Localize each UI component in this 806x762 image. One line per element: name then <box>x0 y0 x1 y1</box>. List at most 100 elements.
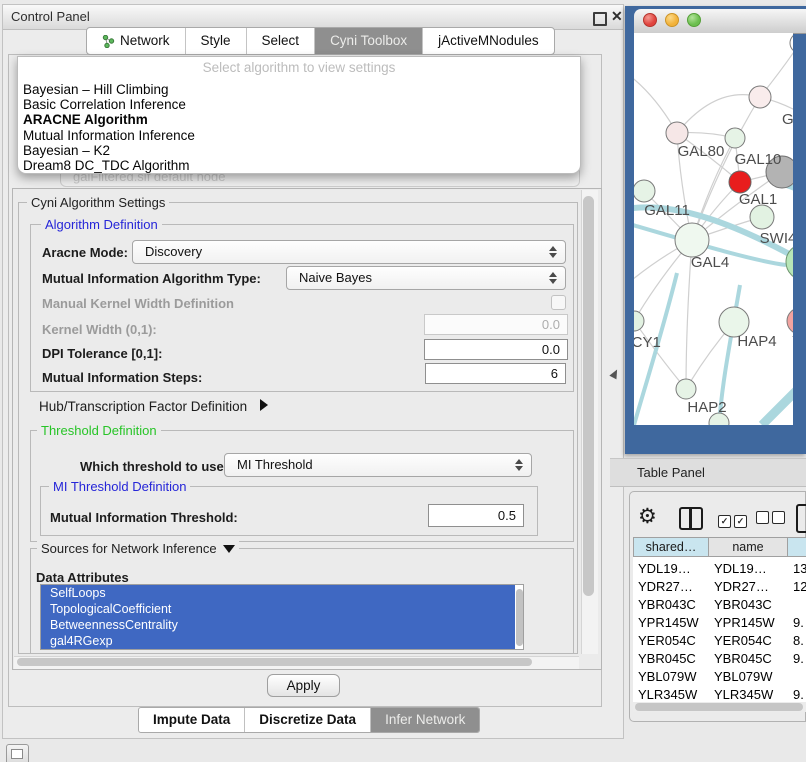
aracne-mode-value: Discovery <box>145 244 202 259</box>
node-gal80[interactable] <box>666 122 688 144</box>
tab-select[interactable]: Select <box>246 28 315 54</box>
list-item-selected[interactable]: SelfLoops <box>41 585 515 601</box>
settings-vertical-scrollbar-thumb[interactable] <box>583 196 594 596</box>
cell[interactable]: YPR145W <box>633 614 709 632</box>
algorithm-option[interactable]: Dream8 DC_TDC Algorithm <box>23 158 190 174</box>
table-row[interactable]: YBL079WYBL079W <box>633 668 806 686</box>
apply-button[interactable]: Apply <box>267 674 340 697</box>
tab-impute-data[interactable]: Impute Data <box>139 708 244 732</box>
table-horizontal-scrollbar-thumb[interactable] <box>635 703 803 711</box>
node-swi4[interactable] <box>750 205 774 229</box>
node-hap2[interactable] <box>676 379 696 399</box>
cell[interactable]: 9. <box>788 686 806 702</box>
float-window-icon[interactable] <box>593 12 607 26</box>
column-header-name[interactable]: name <box>709 537 788 557</box>
columns-icon[interactable] <box>679 507 703 530</box>
tab-style[interactable]: Style <box>185 28 246 54</box>
settings-horizontal-scrollbar-thumb[interactable] <box>17 658 532 666</box>
mi-algorithm-type-combobox[interactable]: Naive Bayes <box>286 266 566 290</box>
cell[interactable]: YBL079W <box>633 668 709 686</box>
node-partial-top[interactable] <box>790 33 793 53</box>
close-traffic-light[interactable] <box>643 13 657 27</box>
control-panel-tabbar: Network Style Select Cyni Toolbox jActiv… <box>86 27 555 55</box>
cell[interactable]: 12 <box>788 578 806 596</box>
node-pink[interactable] <box>749 86 771 108</box>
table-row[interactable]: YBR043CYBR043C <box>633 596 806 614</box>
deselect-all-columns-icon[interactable] <box>756 511 788 529</box>
network-window-titlebar[interactable] <box>634 9 806 34</box>
expand-right-icon[interactable] <box>260 399 268 411</box>
close-icon[interactable]: ✕ <box>611 8 623 25</box>
algorithm-option[interactable]: Basic Correlation Inference <box>23 97 186 113</box>
cell[interactable]: YER054C <box>709 632 788 650</box>
table-row[interactable]: YDL19…YDL19…13 <box>633 560 806 578</box>
tab-discretize-data[interactable]: Discretize Data <box>244 708 370 732</box>
column-header-partial[interactable] <box>788 537 806 557</box>
list-item-selected[interactable]: BetweennessCentrality <box>41 617 515 633</box>
column-header-shared[interactable]: shared… <box>633 537 709 557</box>
aracne-mode-combobox[interactable]: Discovery <box>132 240 566 264</box>
cell[interactable]: YBL079W <box>709 668 788 686</box>
cell[interactable]: YPR145W <box>709 614 788 632</box>
manual-kernel-checkbox[interactable] <box>551 295 566 310</box>
table-row[interactable]: YLR345WYLR345W9. <box>633 686 806 702</box>
table-row[interactable]: YBR045CYBR045C9. <box>633 650 806 668</box>
cell[interactable]: 8. <box>788 632 806 650</box>
mi-threshold-field[interactable]: 0.5 <box>428 504 524 527</box>
node-salmon[interactable] <box>787 308 793 334</box>
cell[interactable] <box>788 668 806 686</box>
list-scrollbar-thumb[interactable] <box>516 589 523 646</box>
document-icon[interactable] <box>796 504 806 533</box>
hub-definition-expander[interactable]: Hub/Transcription Factor Definition <box>39 399 268 414</box>
cell[interactable]: YDR27… <box>709 578 788 596</box>
control-panel-title: Control Panel <box>11 9 90 24</box>
table-row[interactable]: YDR27…YDR27…12 <box>633 578 806 596</box>
mi-steps-field[interactable]: 6 <box>425 363 566 384</box>
node-gal11[interactable] <box>634 180 655 202</box>
cell[interactable]: YER054C <box>633 632 709 650</box>
cell[interactable]: YDR27… <box>633 578 709 596</box>
select-all-columns-icon[interactable]: ✓✓ <box>718 511 750 529</box>
gear-icon[interactable]: ⚙ <box>638 503 657 531</box>
minimize-traffic-light[interactable] <box>665 13 679 27</box>
which-threshold-combobox[interactable]: MI Threshold <box>224 453 532 477</box>
cell[interactable]: YBR043C <box>709 596 788 614</box>
node-gal4[interactable] <box>675 223 709 257</box>
cell[interactable]: YBR045C <box>709 650 788 668</box>
table-row[interactable]: YER054CYER054C8. <box>633 632 806 650</box>
node-big-green[interactable] <box>786 244 793 280</box>
cell[interactable]: YBR043C <box>633 596 709 614</box>
cell[interactable]: YDL19… <box>633 560 709 578</box>
cell[interactable]: YLR345W <box>633 686 709 702</box>
algorithm-option[interactable]: Mutual Information Inference <box>23 128 195 144</box>
algorithm-option[interactable]: Bayesian – K2 <box>23 143 110 159</box>
node-gal10[interactable] <box>725 128 745 148</box>
data-attributes-list: SelfLoops TopologicalCoefficient Between… <box>40 584 524 650</box>
cell[interactable]: YDL19… <box>709 560 788 578</box>
kernel-width-field[interactable]: 0.0 <box>424 314 568 335</box>
tab-infer-network[interactable]: Infer Network <box>370 708 479 732</box>
minimized-panel-icon[interactable] <box>6 744 29 762</box>
zoom-traffic-light[interactable] <box>687 13 701 27</box>
stepper-icon <box>514 459 523 471</box>
dpi-tolerance-field[interactable]: 0.0 <box>424 339 568 360</box>
sources-group-title[interactable]: Sources for Network Inference <box>37 541 239 556</box>
network-canvas[interactable]: GAL GAL80 GAL10 GAL1 GAL11 SWI4 GAL4 GCY… <box>634 33 793 425</box>
cell[interactable]: 9. <box>788 614 806 632</box>
list-item-selected[interactable]: gal4RGexp <box>41 633 515 649</box>
tab-cyni-toolbox[interactable]: Cyni Toolbox <box>314 28 422 54</box>
collapse-down-icon[interactable] <box>223 545 235 553</box>
algorithm-option[interactable]: Bayesian – Hill Climbing <box>23 82 169 98</box>
tab-jactivemnodules[interactable]: jActiveMNodules <box>422 28 554 54</box>
cell[interactable]: 13 <box>788 560 806 578</box>
node-gcy1[interactable] <box>634 311 644 331</box>
cell[interactable]: YBR045C <box>633 650 709 668</box>
tab-network[interactable]: Network <box>87 28 185 54</box>
cell[interactable] <box>788 596 806 614</box>
node-gal1-selected[interactable] <box>729 171 751 193</box>
algorithm-option-selected[interactable]: ARACNE Algorithm <box>23 112 148 128</box>
list-item-selected[interactable]: TopologicalCoefficient <box>41 601 515 617</box>
cell[interactable]: YLR345W <box>709 686 788 702</box>
table-row[interactable]: YPR145WYPR145W9. <box>633 614 806 632</box>
cell[interactable]: 9. <box>788 650 806 668</box>
